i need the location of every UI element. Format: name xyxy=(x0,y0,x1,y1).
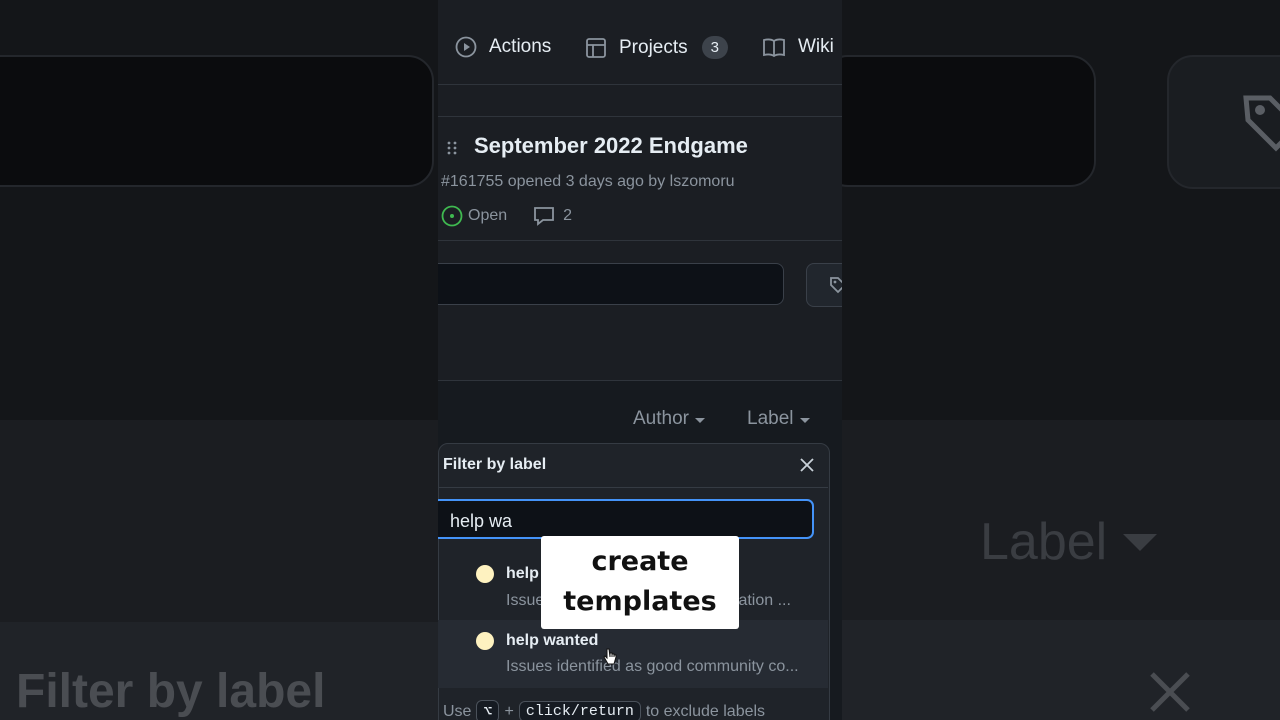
divider xyxy=(438,116,842,117)
status-label: Open xyxy=(468,207,508,224)
video-caption: create templates xyxy=(541,536,739,629)
label-color-dot xyxy=(476,565,494,583)
status-badge: Open xyxy=(441,205,507,227)
tab-wiki[interactable]: Wiki xyxy=(762,36,834,58)
background-label-text: Label xyxy=(980,512,1158,572)
hint-prefix: Use xyxy=(443,702,472,720)
caption-line-2: templates xyxy=(563,586,717,617)
tab-actions-label: Actions xyxy=(489,36,552,57)
click-return-key: click/return xyxy=(518,701,641,720)
chevron-down-icon xyxy=(799,417,810,423)
issue-meta: #161755 opened 3 days ago by lszomoru xyxy=(441,173,735,190)
background-right: Label xyxy=(842,0,1280,720)
label-search-value: help wa xyxy=(450,511,513,531)
background-box xyxy=(0,55,434,187)
tab-projects-label: Projects xyxy=(619,36,688,58)
drag-handle-icon[interactable] xyxy=(446,140,458,161)
tab-actions[interactable]: Actions xyxy=(455,36,551,58)
dropdown-title: Filter by label xyxy=(443,456,547,473)
option-key: ⌥ xyxy=(476,700,500,720)
label-filter[interactable]: Label xyxy=(747,408,810,430)
divider xyxy=(438,240,842,241)
background-tag-icon xyxy=(1242,92,1280,157)
issue-status-row: Open 2 xyxy=(441,205,572,227)
background-band-lower xyxy=(842,620,1280,720)
background-box xyxy=(842,55,1096,187)
hint-plus: + xyxy=(504,702,514,720)
close-icon[interactable] xyxy=(799,457,815,478)
background-close-icon xyxy=(1148,670,1192,719)
author-filter-label: Author xyxy=(633,408,689,429)
projects-count-badge: 3 xyxy=(701,36,728,59)
hint-suffix: to exclude labels xyxy=(645,702,766,720)
divider xyxy=(438,487,828,488)
hand-cursor-icon xyxy=(603,648,617,671)
background-filter-text: Filter by label xyxy=(16,665,326,718)
exclude-hint: Use ⌥ + click/return to exclude labels xyxy=(443,700,765,720)
label-description: Issues identified as good community co..… xyxy=(506,658,799,675)
label-item-help-wanted[interactable]: help wanted Issues identified as good co… xyxy=(438,620,828,688)
tab-wiki-label: Wiki xyxy=(798,36,834,57)
table-icon xyxy=(586,37,606,58)
label-color-dot xyxy=(476,632,494,650)
caption-line-1: create xyxy=(591,546,689,577)
tag-icon xyxy=(830,277,842,294)
search-input[interactable] xyxy=(438,263,784,305)
chevron-down-icon xyxy=(694,417,705,423)
author-filter[interactable]: Author xyxy=(633,408,705,430)
background-left: Filter by label xyxy=(0,0,438,720)
comment-count[interactable]: 2 xyxy=(533,206,572,226)
comment-count-value: 2 xyxy=(563,207,573,224)
play-circle-icon xyxy=(455,36,477,58)
book-icon xyxy=(763,38,785,58)
comment-icon xyxy=(534,207,555,226)
label-description: Issue xyxy=(506,592,545,609)
label-filter-label: Label xyxy=(747,408,794,429)
issue-title[interactable]: September 2022 Endgame xyxy=(474,133,748,159)
label-name: help wanted xyxy=(506,632,599,649)
tab-projects[interactable]: Projects 3 xyxy=(585,36,728,59)
repo-tabs: Actions Projects 3 Wiki xyxy=(438,0,842,85)
issue-open-icon xyxy=(441,205,463,227)
label-name: help xyxy=(506,565,539,582)
labels-button[interactable] xyxy=(806,263,842,307)
